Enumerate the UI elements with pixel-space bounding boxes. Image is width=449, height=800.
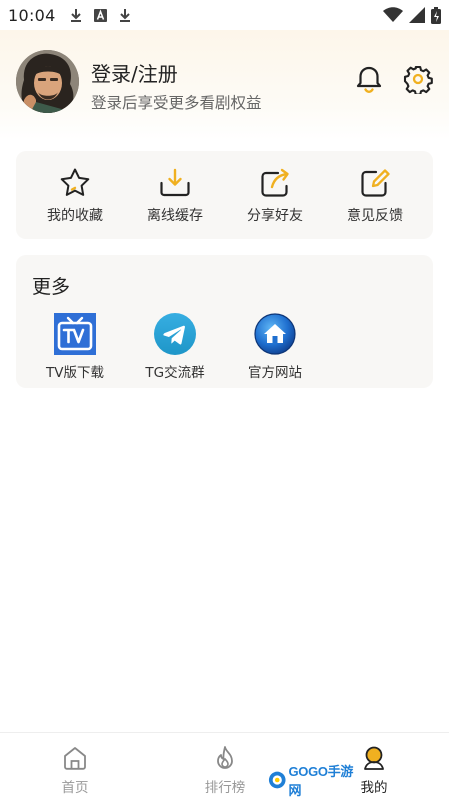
quick-action-label: 我的收藏 <box>47 208 103 224</box>
watermark-logo-icon <box>268 771 286 789</box>
wifi-icon <box>383 7 403 22</box>
tv-icon <box>54 313 96 355</box>
profile-header: 登录/注册 登录后享受更多看剧权益 <box>0 30 449 140</box>
share-icon <box>261 168 289 197</box>
tv-download-button[interactable]: TV版下载 <box>25 313 125 383</box>
watermark-text: GOGO手游网 <box>288 764 354 798</box>
download-icon <box>119 9 130 22</box>
battery-charging-icon <box>431 6 441 24</box>
download-tray-icon <box>160 168 190 197</box>
tab-label: 首页 <box>61 780 89 796</box>
tg-group-button[interactable]: TG交流群 <box>125 313 225 383</box>
star-icon <box>60 168 90 196</box>
signal-icon <box>409 7 425 23</box>
bottom-tab-bar: 首页 排行榜 我的 <box>0 732 449 800</box>
offline-cache-button[interactable]: 离线缓存 <box>125 151 225 239</box>
quick-action-label: 意见反馈 <box>347 208 403 224</box>
login-register-title[interactable]: 登录/注册 <box>91 58 178 87</box>
edit-icon <box>361 169 390 197</box>
more-item-label: 官方网站 <box>248 365 302 381</box>
official-site-button[interactable]: 官方网站 <box>225 313 325 383</box>
quick-action-label: 分享好友 <box>247 208 303 224</box>
watermark: GOGO手游网 <box>268 764 360 798</box>
user-icon <box>364 746 384 770</box>
tab-label: 我的 <box>360 780 388 796</box>
quick-actions-card: 我的收藏 离线缓存 分享好友 意见反馈 <box>16 151 433 239</box>
text-a-icon <box>93 8 107 22</box>
favorites-button[interactable]: 我的收藏 <box>25 151 125 239</box>
more-title: 更多 <box>32 276 71 298</box>
telegram-icon <box>154 313 196 355</box>
tab-home[interactable]: 首页 <box>0 733 150 800</box>
download-icon <box>70 9 81 22</box>
gear-icon[interactable] <box>403 64 433 94</box>
status-bar: 10:04 <box>0 0 449 30</box>
more-item-label: TV版下载 <box>46 365 104 381</box>
bell-icon[interactable] <box>354 64 384 94</box>
more-item-label: TG交流群 <box>145 365 205 381</box>
share-friends-button[interactable]: 分享好友 <box>225 151 325 239</box>
home-icon <box>64 747 86 770</box>
quick-action-label: 离线缓存 <box>147 208 203 224</box>
home-globe-icon <box>254 313 296 355</box>
tab-label: 排行榜 <box>204 780 246 796</box>
flame-icon <box>217 746 233 769</box>
status-time: 10:04 <box>8 5 56 25</box>
login-subtitle: 登录后享受更多看剧权益 <box>91 94 262 112</box>
feedback-button[interactable]: 意见反馈 <box>325 151 425 239</box>
avatar[interactable] <box>16 50 79 113</box>
more-card: 更多 TV版下载 TG交流群 官方网站 <box>16 255 433 388</box>
